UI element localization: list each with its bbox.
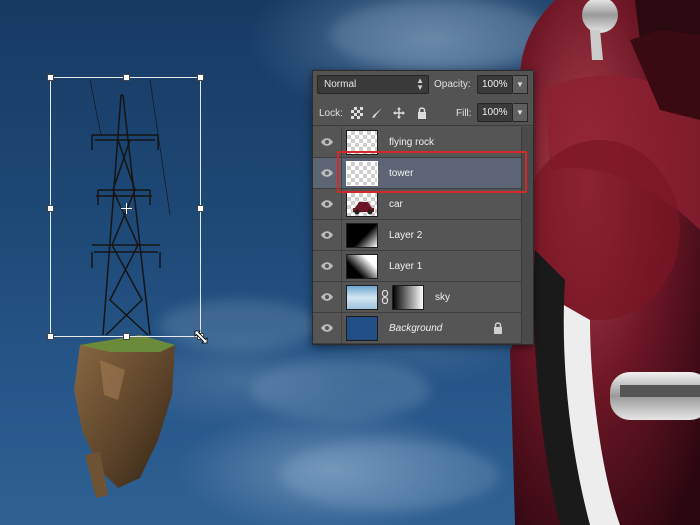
- blend-mode-value: Normal: [324, 79, 357, 90]
- layers-panel: Normal ▲ ▼ Opacity: 100% ▼ Lock: Fill: 10…: [312, 70, 534, 345]
- checkerboard-lock-icon[interactable]: [351, 107, 363, 119]
- layer-row-car[interactable]: car: [313, 189, 521, 220]
- transform-bounding-box[interactable]: [47, 74, 208, 344]
- scale-cursor-icon: [194, 330, 208, 344]
- eye-icon[interactable]: [321, 199, 333, 209]
- eye-icon[interactable]: [321, 230, 333, 240]
- layer-mask-thumbnail[interactable]: [392, 285, 424, 310]
- divider: [341, 220, 342, 251]
- blend-mode-select[interactable]: Normal ▲ ▼: [317, 75, 429, 94]
- layers-panel-top-row: Normal ▲ ▼ Opacity: 100% ▼: [313, 71, 533, 99]
- transform-handle-bottom[interactable]: [123, 333, 130, 340]
- divider: [341, 313, 342, 344]
- divider: [341, 251, 342, 282]
- transform-handle-top-left[interactable]: [47, 74, 54, 81]
- flying-rock: [74, 335, 175, 498]
- transform-pivot-point[interactable]: [121, 203, 132, 214]
- eye-icon[interactable]: [321, 323, 333, 333]
- select-arrows-icon: ▲ ▼: [416, 76, 424, 92]
- selected-layer-highlight: [337, 151, 527, 193]
- transform-handle-top-right[interactable]: [197, 74, 204, 81]
- layer-name: Background: [389, 323, 443, 334]
- eye-icon[interactable]: [321, 292, 333, 302]
- layers-lock-row: Lock: Fill: 100% ▼: [313, 99, 533, 126]
- vintage-car: [510, 0, 700, 525]
- fill-label: Fill:: [456, 108, 472, 119]
- car-thumbnail-icon: [353, 202, 374, 215]
- opacity-dropdown-button[interactable]: ▼: [513, 75, 528, 94]
- lock-icon: [494, 322, 502, 334]
- layer-name: Layer 2: [389, 230, 423, 241]
- layer-thumbnail: [346, 285, 378, 310]
- eye-icon[interactable]: [321, 261, 333, 271]
- layer-row-background[interactable]: Background: [313, 313, 521, 344]
- transform-handle-top[interactable]: [123, 74, 130, 81]
- lock-label: Lock:: [319, 108, 343, 119]
- opacity-input[interactable]: 100%: [477, 75, 513, 94]
- divider: [341, 282, 342, 313]
- brush-icon[interactable]: [371, 107, 383, 119]
- layer-name: sky: [435, 292, 450, 303]
- opacity-label: Opacity:: [434, 79, 471, 90]
- layer-thumbnail: [346, 223, 378, 248]
- transform-handle-bottom-left[interactable]: [47, 333, 54, 340]
- layer-name: car: [389, 199, 403, 210]
- chain-link-icon[interactable]: [381, 290, 389, 304]
- transform-handle-right[interactable]: [197, 205, 204, 212]
- divider: [341, 189, 342, 220]
- eye-icon[interactable]: [321, 168, 333, 178]
- transform-handle-left[interactable]: [47, 205, 54, 212]
- padlock-icon[interactable]: [416, 107, 428, 119]
- layer-row-sky[interactable]: sky: [313, 282, 521, 313]
- layer-name: Layer 1: [389, 261, 423, 272]
- eye-icon[interactable]: [321, 137, 333, 147]
- layer-name: flying rock: [389, 137, 435, 148]
- layer-row-layer-2[interactable]: Layer 2: [313, 220, 521, 251]
- layer-row-layer-1[interactable]: Layer 1: [313, 251, 521, 282]
- layer-thumbnail: [346, 254, 378, 279]
- layer-thumbnail: [346, 192, 378, 217]
- fill-input[interactable]: 100%: [477, 103, 513, 122]
- layer-thumbnail: [346, 316, 378, 341]
- fill-dropdown-button[interactable]: ▼: [513, 103, 528, 122]
- move-icon[interactable]: [393, 107, 405, 119]
